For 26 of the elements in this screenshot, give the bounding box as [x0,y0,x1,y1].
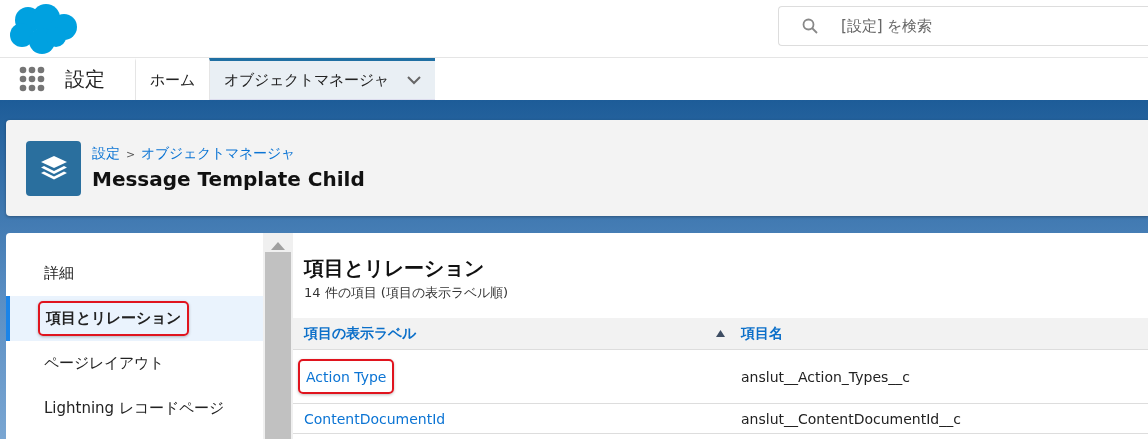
table-cell: anslut__ContentDocumentId__c [741,411,961,427]
column-header[interactable]: 項目の表示ラベル [304,324,416,343]
cloud-logo [10,2,78,55]
table-cell: anslut__Action_Types__c [741,369,910,385]
app-name: 設定 [64,65,106,93]
highlight-frame: 項目とリレーション [38,301,189,336]
section-title: 項目とリレーション [304,255,485,282]
object-title: Message Template Child [92,167,365,191]
chevron-down-icon[interactable] [407,75,421,85]
layers-icon [26,140,81,196]
sidebar-item[interactable]: 項目とリレーション [6,296,263,341]
nav-tab[interactable]: オブジェクトマネージャ [209,58,435,100]
sidebar-item[interactable]: 詳細 [6,251,263,296]
sidebar-item[interactable]: ページレイアウト [6,341,263,386]
breadcrumb-link[interactable]: 設定 [92,145,120,163]
breadcrumb-separator: > [126,147,136,161]
search-icon [802,17,818,34]
sidebar-item[interactable]: Lightning レコードページ [6,386,263,431]
field-label-link[interactable]: Action Type [306,369,387,385]
search-field[interactable]: [設定] を検索 [778,5,1148,46]
field-label-link[interactable]: ContentDocumentId [304,410,446,427]
column-header[interactable]: 項目名 [741,324,783,343]
breadcrumb-link[interactable]: オブジェクトマネージャ [141,145,296,163]
section-subtitle: 14 件の項目 (項目の表示ラベル順) [304,284,509,302]
scrollbar[interactable] [263,233,293,439]
app-launcher-icon[interactable] [19,66,45,92]
